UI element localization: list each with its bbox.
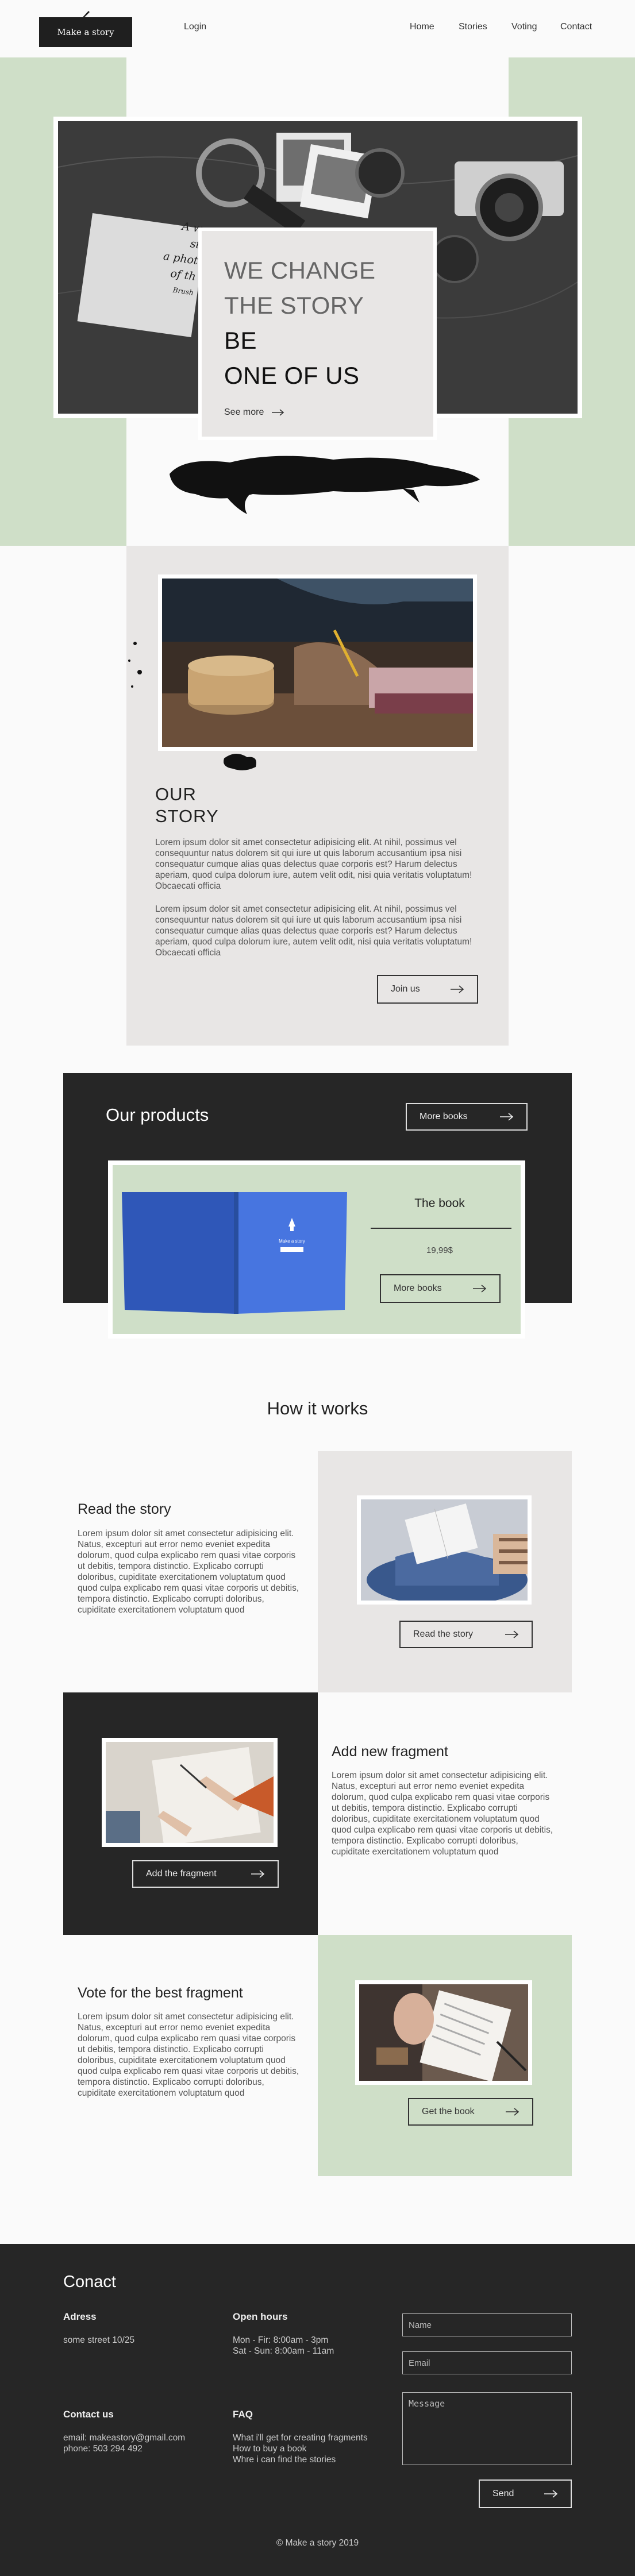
contact-heading: Contact us: [63, 2409, 114, 2420]
faq-link-1[interactable]: What i'll get for creating fragments: [233, 2432, 368, 2443]
get-book-button[interactable]: Get the book: [408, 2098, 533, 2126]
name-field[interactable]: Name: [402, 2313, 572, 2336]
step3-text: Lorem ipsum dolor sit amet consectetur a…: [78, 2012, 299, 2098]
pen-icon: [82, 11, 90, 19]
step2-title: Add new fragment: [332, 1744, 448, 1760]
contact-email[interactable]: email: makeastory@gmail.com: [63, 2432, 185, 2443]
logo[interactable]: Make a story: [39, 17, 132, 47]
step1-image: [357, 1495, 532, 1605]
product-title: The book: [414, 1197, 465, 1210]
faq-heading: FAQ: [233, 2409, 253, 2420]
story-image: [158, 574, 477, 751]
hours-weekend: Sat - Sun: 8:00am - 11am: [233, 2346, 334, 2356]
step1-title: Read the story: [78, 1501, 171, 1517]
arrow-right-icon: [500, 1113, 514, 1121]
nav-voting[interactable]: Voting: [511, 22, 537, 32]
send-button[interactable]: Send: [479, 2479, 572, 2508]
read-story-button[interactable]: Read the story: [399, 1621, 533, 1648]
login-link[interactable]: Login: [184, 22, 206, 32]
products-title: Our products: [106, 1105, 209, 1125]
step3-title: Vote for the best fragment: [78, 1985, 243, 2001]
story-paragraph-1: Lorem ipsum dolor sit amet consectetur a…: [155, 838, 472, 891]
add-fragment-button[interactable]: Add the fragment: [132, 1860, 279, 1888]
more-books-top-button[interactable]: More books: [406, 1103, 528, 1131]
nav-home[interactable]: Home: [410, 22, 434, 32]
footer-title: Conact: [63, 2273, 116, 2291]
copyright: © Make a story 2019: [276, 2538, 359, 2548]
step2-image: [102, 1738, 278, 1847]
ink-splatter-bottom: [224, 753, 256, 770]
story-title: OUR STORY: [155, 784, 219, 826]
how-title: How it works: [267, 1398, 368, 1418]
more-books-button[interactable]: More books: [380, 1274, 501, 1303]
hours-weekdays: Mon - Fir: 8:00am - 3pm: [233, 2335, 329, 2345]
hours-heading: Open hours: [233, 2311, 288, 2322]
address-text: some street 10/25: [63, 2335, 135, 2345]
brush-stroke: [170, 456, 480, 514]
arrow-right-icon: [505, 1630, 519, 1638]
faq-link-2[interactable]: How to buy a book: [233, 2443, 306, 2454]
nav-contact[interactable]: Contact: [560, 22, 592, 32]
email-field[interactable]: Email: [402, 2351, 572, 2374]
see-more-link[interactable]: See more: [224, 407, 284, 418]
nav-stories[interactable]: Stories: [459, 22, 487, 32]
arrow-right-icon: [272, 409, 284, 416]
product-divider: [371, 1228, 511, 1229]
step2-text: Lorem ipsum dolor sit amet consectetur a…: [332, 1771, 553, 1857]
arrow-right-icon: [544, 2490, 558, 2498]
message-field[interactable]: Message: [402, 2392, 572, 2465]
product-price: 19,99$: [426, 1245, 453, 1255]
join-us-button[interactable]: Join us: [377, 975, 478, 1004]
address-heading: Adress: [63, 2311, 97, 2322]
arrow-right-icon: [506, 2108, 519, 2116]
book-image: Make a story: [122, 1192, 349, 1314]
contact-phone: phone: 503 294 492: [63, 2444, 143, 2454]
story-paragraph-2: Lorem ipsum dolor sit amet consectetur a…: [155, 904, 472, 958]
arrow-right-icon: [251, 1870, 265, 1878]
arrow-right-icon: [451, 985, 464, 993]
hero-card-text: A w st a phot of th Brush: [162, 219, 203, 297]
faq-link-3[interactable]: Whre i can find the stories: [233, 2454, 336, 2465]
book-cover-text: Make a story: [279, 1239, 305, 1244]
arrow-right-icon: [473, 1285, 487, 1293]
step3-image: [355, 1980, 532, 2085]
ink-splatter-left: [128, 642, 142, 688]
hero-title: WE CHANGE THE STORY BE ONE OF US: [224, 257, 376, 389]
step1-text: Lorem ipsum dolor sit amet consectetur a…: [78, 1529, 299, 1615]
